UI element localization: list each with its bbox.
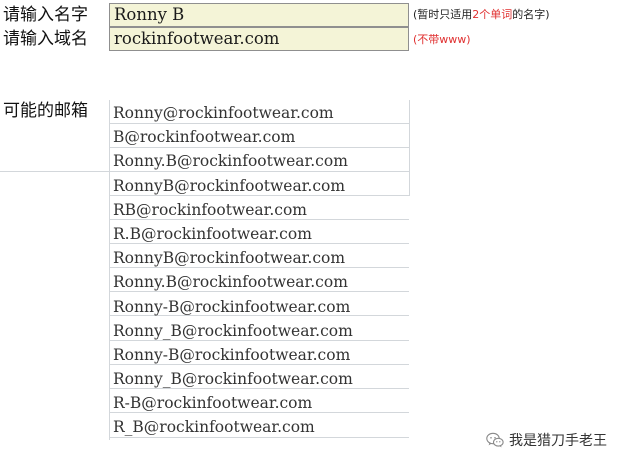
email-item[interactable]: Ronny@rockinfootwear.com xyxy=(113,101,353,125)
watermark: 我是猎刀手老王 xyxy=(486,430,607,450)
email-item[interactable]: R-B@rockinfootwear.com xyxy=(113,391,353,415)
domain-input[interactable]: rockinfootwear.com xyxy=(109,27,409,51)
email-item[interactable]: Ronny_B@rockinfootwear.com xyxy=(113,319,353,343)
name-input[interactable]: Ronny B xyxy=(109,3,409,27)
email-item[interactable]: R.B@rockinfootwear.com xyxy=(113,222,353,246)
email-item[interactable]: Ronny.B@rockinfootwear.com xyxy=(113,270,353,294)
email-item[interactable]: RonnyB@rockinfootwear.com xyxy=(113,174,353,198)
email-item[interactable]: RB@rockinfootwear.com xyxy=(113,198,353,222)
email-item[interactable]: RonnyB@rockinfootwear.com xyxy=(113,246,353,270)
results-label: 可能的邮箱 xyxy=(3,101,88,121)
name-note-highlight: 2个单词 xyxy=(472,8,513,21)
name-label: 请输入名字 xyxy=(3,5,88,25)
domain-label: 请输入域名 xyxy=(3,29,88,49)
grid-vline xyxy=(409,100,410,196)
email-item[interactable]: B@rockinfootwear.com xyxy=(113,125,353,149)
email-item[interactable]: Ronny-B@rockinfootwear.com xyxy=(113,343,353,367)
email-item[interactable]: Ronny.B@rockinfootwear.com xyxy=(113,149,353,173)
name-note-suffix: 的名字) xyxy=(512,8,550,21)
email-list: Ronny@rockinfootwear.com B@rockinfootwea… xyxy=(113,101,353,440)
email-item[interactable]: Ronny-B@rockinfootwear.com xyxy=(113,295,353,319)
email-item[interactable]: R_B@rockinfootwear.com xyxy=(113,415,353,439)
email-item[interactable]: Ronny_B@rockinfootwear.com xyxy=(113,367,353,391)
domain-note: (不带www) xyxy=(413,33,471,46)
name-note: (暂时只适用2个单词的名字) xyxy=(413,8,550,22)
grid-vline xyxy=(109,100,110,440)
name-note-prefix: (暂时只适用 xyxy=(413,8,473,21)
watermark-text: 我是猎刀手老王 xyxy=(509,433,607,449)
wechat-icon xyxy=(486,432,504,448)
